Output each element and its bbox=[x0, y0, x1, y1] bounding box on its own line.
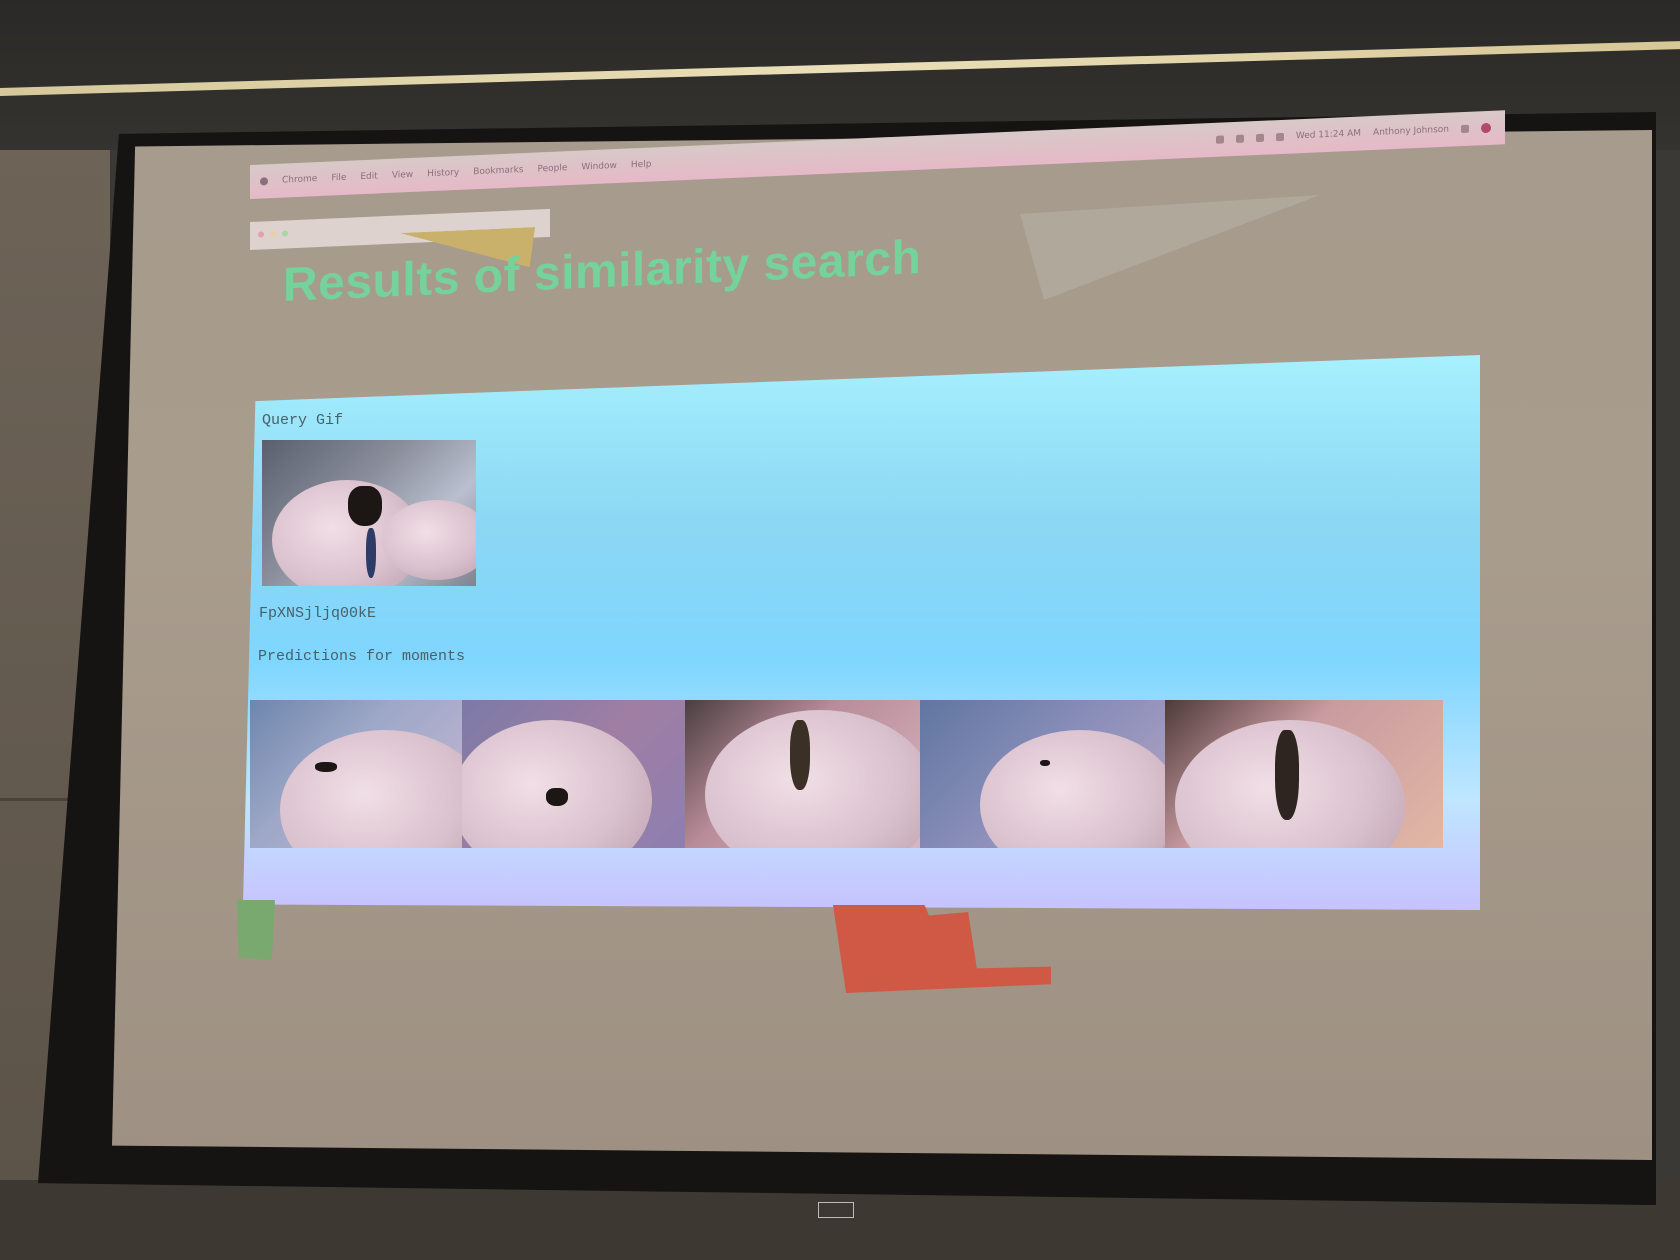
prediction-thumbnail-3[interactable] bbox=[685, 700, 920, 848]
insect-shape bbox=[366, 528, 376, 578]
screen-brand-badge bbox=[818, 1202, 854, 1218]
siri-icon[interactable] bbox=[1481, 122, 1491, 134]
prediction-thumbnail-2[interactable] bbox=[462, 700, 685, 848]
menu-item-people[interactable]: People bbox=[538, 163, 568, 174]
insect-shape bbox=[348, 486, 382, 526]
prediction-thumbnail-1[interactable] bbox=[250, 700, 462, 848]
menubar-user[interactable]: Anthony Johnson bbox=[1373, 125, 1449, 138]
menubar-left: Chrome File Edit View History Bookmarks … bbox=[250, 159, 651, 187]
tray-icon[interactable] bbox=[1215, 135, 1224, 144]
menu-item-bookmarks[interactable]: Bookmarks bbox=[473, 165, 523, 177]
insect-shape bbox=[790, 720, 810, 790]
insect-shape bbox=[1275, 730, 1299, 820]
maximize-window-button[interactable] bbox=[282, 230, 288, 237]
predictions-label: Predictions for moments bbox=[258, 648, 466, 665]
tray-icon[interactable] bbox=[1235, 134, 1244, 143]
menubar-clock[interactable]: Wed 11:24 AM bbox=[1296, 128, 1361, 141]
minimize-window-button[interactable] bbox=[270, 230, 276, 238]
gif-id-label: FpXNSjljq00kE bbox=[259, 605, 377, 622]
wifi-icon[interactable] bbox=[1255, 133, 1264, 143]
hand-shape bbox=[280, 730, 462, 848]
prediction-thumbnail-5[interactable] bbox=[1165, 700, 1443, 848]
hand-shape bbox=[980, 730, 1165, 848]
menu-item-help[interactable]: Help bbox=[631, 159, 652, 170]
menubar-right: Wed 11:24 AM Anthony Johnson bbox=[1215, 122, 1505, 145]
menu-item-window[interactable]: Window bbox=[581, 161, 617, 173]
menu-item-file[interactable]: File bbox=[331, 173, 346, 184]
insect-shape bbox=[1040, 760, 1050, 766]
slide-decoration-green bbox=[237, 900, 275, 960]
search-icon[interactable] bbox=[1461, 124, 1469, 134]
menu-item-chrome[interactable]: Chrome bbox=[282, 174, 317, 186]
hand-shape bbox=[462, 720, 652, 848]
close-window-button[interactable] bbox=[258, 231, 264, 238]
menu-item-view[interactable]: View bbox=[392, 170, 413, 181]
menu-item-history[interactable]: History bbox=[427, 168, 459, 179]
menu-item-edit[interactable]: Edit bbox=[360, 171, 377, 182]
insect-shape bbox=[315, 762, 337, 772]
apple-icon[interactable] bbox=[260, 177, 268, 186]
insect-shape bbox=[546, 788, 568, 806]
query-gif-label: Query Gif bbox=[262, 412, 344, 429]
battery-icon[interactable] bbox=[1275, 132, 1284, 142]
query-gif-thumbnail[interactable] bbox=[262, 440, 476, 586]
hand-shape bbox=[705, 710, 920, 848]
prediction-thumbnail-4[interactable] bbox=[920, 700, 1165, 848]
